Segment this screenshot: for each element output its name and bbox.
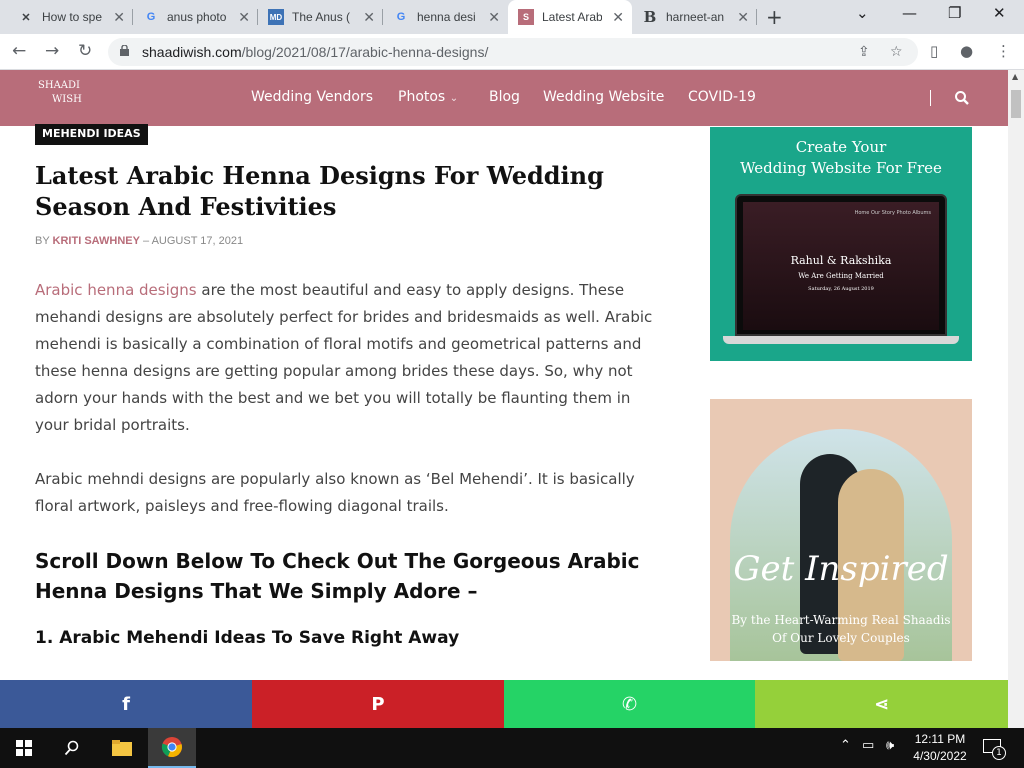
facebook-icon: f bbox=[122, 693, 130, 715]
search-taskbar-button[interactable] bbox=[48, 728, 96, 768]
tab-1[interactable]: ✕ How to spe ✕ bbox=[8, 0, 133, 34]
address-bar[interactable]: shaadiwish.com/blog/2021/08/17/arabic-he… bbox=[108, 38, 918, 66]
tab-title: harneet-an bbox=[666, 10, 725, 24]
browser-toolbar: ← → ↻ shaadiwish.com/blog/2021/08/17/ara… bbox=[0, 34, 1024, 70]
share-icon: ⋖ bbox=[873, 693, 890, 715]
nav-wedding-website[interactable]: Wedding Website bbox=[543, 89, 664, 105]
tab-title: The Anus ( bbox=[292, 10, 351, 24]
tab-5-active[interactable]: S Latest Arab ✕ bbox=[508, 0, 632, 34]
google-icon: G bbox=[146, 11, 156, 23]
restore-icon[interactable]: ❐ bbox=[948, 4, 961, 22]
bookmark-star-icon[interactable]: ☆ bbox=[890, 44, 903, 60]
windows-icon bbox=[16, 740, 32, 756]
nav-covid-19[interactable]: COVID-19 bbox=[688, 89, 756, 105]
nav-blog[interactable]: Blog bbox=[489, 89, 520, 105]
arabic-henna-link[interactable]: Arabic henna designs bbox=[35, 281, 197, 299]
intro-paragraph: Arabic henna designs are the most beauti… bbox=[35, 281, 653, 434]
close-tab-icon[interactable]: ✕ bbox=[737, 9, 749, 26]
close-tab-icon[interactable]: ✕ bbox=[363, 9, 375, 26]
nav-photos[interactable]: Photos ⌄ bbox=[398, 89, 458, 105]
lock-icon bbox=[120, 45, 129, 56]
byline: BY KRITI SAWHNEY – AUGUST 17, 2021 bbox=[35, 235, 244, 247]
site-logo[interactable]: SHAADI WISH bbox=[36, 76, 106, 120]
facebook-share-button[interactable]: f bbox=[0, 680, 252, 728]
shaadiwish-icon: S bbox=[518, 9, 534, 25]
more-share-button[interactable]: ⋖ bbox=[755, 680, 1008, 728]
get-inspired-ad[interactable]: Get Inspired By the Heart-Warming Real S… bbox=[710, 399, 972, 661]
system-clock[interactable]: 12:11 PM 4/30/2022 bbox=[910, 731, 970, 765]
search-icon bbox=[64, 740, 79, 756]
tab-title: How to spe bbox=[42, 10, 102, 24]
tab-4[interactable]: G henna desi ✕ bbox=[383, 0, 508, 34]
share-page-icon[interactable]: ⇪ bbox=[858, 44, 870, 60]
tab-title: Latest Arab bbox=[542, 10, 602, 24]
tab-6[interactable]: B harneet-an ✕ bbox=[632, 0, 757, 34]
chevron-down-icon: ⌄ bbox=[449, 93, 459, 104]
side-panel-icon[interactable]: ▯ bbox=[930, 42, 938, 60]
article-title: Latest Arabic Henna Designs For Wedding … bbox=[35, 161, 604, 221]
tools-icon: ✕ bbox=[21, 11, 31, 24]
scroll-up-icon[interactable]: ▲ bbox=[1012, 72, 1018, 81]
back-icon[interactable]: ← bbox=[12, 41, 26, 61]
new-tab-icon[interactable]: + bbox=[766, 5, 783, 29]
tab-title: anus photo bbox=[167, 10, 227, 24]
post-date: AUGUST 17, 2021 bbox=[151, 235, 244, 247]
tab-search-icon[interactable]: ⌄ bbox=[856, 4, 869, 22]
start-button[interactable] bbox=[0, 728, 48, 768]
subsection-heading: 1. Arabic Mehendi Ideas To Save Right Aw… bbox=[35, 628, 460, 648]
header-divider bbox=[930, 90, 931, 106]
show-hidden-icons[interactable]: ⌃ bbox=[840, 738, 851, 753]
laptop-image: Home Our Story Photo Albums Rahul & Raks… bbox=[735, 194, 947, 336]
scroll-thumb[interactable] bbox=[1011, 90, 1021, 118]
close-tab-icon[interactable]: ✕ bbox=[612, 9, 624, 26]
close-window-icon[interactable]: ✕ bbox=[993, 4, 1006, 22]
whatsapp-share-button[interactable]: ✆ bbox=[504, 680, 755, 728]
windows-taskbar: ⌃ ▭ 🕪 12:11 PM 4/30/2022 1 bbox=[0, 728, 1024, 768]
forward-icon[interactable]: → bbox=[45, 41, 59, 61]
browser-tab-strip: ✕ How to spe ✕ G anus photo ✕ MD The Anu… bbox=[0, 0, 1024, 34]
tab-2[interactable]: G anus photo ✕ bbox=[133, 0, 258, 34]
page-scrollbar[interactable]: ▲ bbox=[1008, 70, 1024, 728]
close-tab-icon[interactable]: ✕ bbox=[238, 9, 250, 26]
category-tag[interactable]: MEHENDI IDEAS bbox=[35, 124, 148, 145]
tab-title: henna desi bbox=[417, 10, 476, 24]
b-icon: B bbox=[643, 8, 657, 26]
file-explorer-button[interactable] bbox=[98, 728, 146, 768]
notification-count: 1 bbox=[992, 746, 1006, 760]
chrome-icon bbox=[161, 737, 182, 758]
tab-3[interactable]: MD The Anus ( ✕ bbox=[258, 0, 383, 34]
wedding-website-ad[interactable]: Create Your Wedding Website For Free Hom… bbox=[710, 127, 972, 361]
network-icon[interactable]: ▭ bbox=[862, 738, 874, 753]
profile-icon[interactable]: ● bbox=[960, 42, 973, 60]
google-icon: G bbox=[396, 11, 406, 23]
pinterest-share-button[interactable]: P bbox=[252, 680, 504, 728]
minimize-icon[interactable]: — bbox=[902, 4, 917, 22]
webmd-icon: MD bbox=[268, 9, 284, 25]
url-text: shaadiwish.com/blog/2021/08/17/arabic-he… bbox=[142, 44, 489, 60]
close-tab-icon[interactable]: ✕ bbox=[113, 9, 125, 26]
search-icon[interactable] bbox=[954, 90, 970, 106]
volume-icon[interactable]: 🕪 bbox=[886, 738, 894, 753]
author-link[interactable]: KRITI SAWHNEY bbox=[53, 235, 140, 247]
reload-icon[interactable]: ↻ bbox=[78, 41, 92, 61]
pinterest-icon: P bbox=[371, 693, 385, 715]
second-paragraph: Arabic mehndi designs are popularly also… bbox=[35, 470, 635, 515]
menu-icon[interactable]: ⋮ bbox=[996, 42, 1011, 60]
nav-wedding-vendors[interactable]: Wedding Vendors bbox=[251, 89, 373, 105]
chrome-taskbar-button[interactable] bbox=[148, 728, 196, 768]
whatsapp-icon: ✆ bbox=[621, 693, 638, 715]
folder-icon bbox=[112, 740, 132, 756]
site-header: SHAADI WISH Wedding Vendors Photos ⌄ Blo… bbox=[0, 70, 1008, 126]
section-heading: Scroll Down Below To Check Out The Gorge… bbox=[35, 549, 640, 603]
close-tab-icon[interactable]: ✕ bbox=[488, 9, 500, 26]
